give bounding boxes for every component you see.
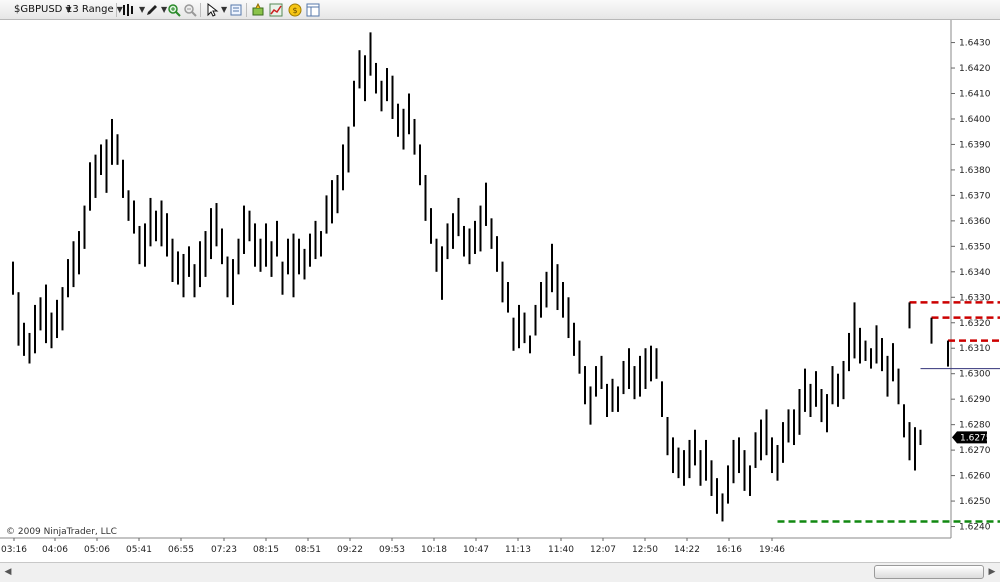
time-tick-label: 19:46 (759, 545, 785, 555)
chart-toolbar: $GBPUSD ▼ 13 Range ▼ ▼ ▼ ▼ $ (0, 0, 1000, 20)
bar-style-icon[interactable] (120, 2, 136, 18)
scrollbar-thumb[interactable] (874, 565, 984, 579)
time-tick-label: 03:16 (1, 545, 27, 555)
copyright-text: © 2009 NinjaTrader, LLC (6, 527, 117, 537)
price-tick-label: 1.6390 (959, 140, 991, 150)
price-tick-label: 1.6340 (959, 268, 991, 278)
chart-canvas: 1.6240 1.6250 1.6260 1.6270 1.6280 1.6290 1.63… (0, 20, 1000, 555)
price-tick-label: 1.6290 (959, 395, 991, 405)
price-tick-label: 1.6260 (959, 472, 991, 482)
instrument-label: $GBPUSD (14, 4, 63, 15)
time-tick-label: 08:15 (253, 545, 279, 555)
time-tick-label: 05:41 (126, 545, 152, 555)
price-tick-label: 1.6420 (959, 64, 991, 74)
price-chart[interactable]: 1.6240 1.6250 1.6260 1.6270 1.6280 1.6290 1.63… (0, 20, 1000, 562)
price-tick-label: 1.6270 (959, 446, 991, 456)
toolbar-divider (200, 3, 201, 17)
time-tick-label: 10:47 (463, 545, 489, 555)
time-tick-label: 09:22 (337, 545, 363, 555)
chevron-down-icon: ▼ (221, 5, 228, 14)
alerts-icon[interactable]: $ (287, 2, 303, 18)
time-tick-label: 14:22 (674, 545, 700, 555)
time-tick-label: 05:06 (84, 545, 110, 555)
price-tick-label: 1.6280 (959, 421, 991, 431)
period-label: 13 Range (66, 4, 114, 15)
time-tick-label: 10:18 (421, 545, 447, 555)
price-tick-label: 1.6410 (959, 90, 991, 100)
time-tick-label: 11:40 (548, 545, 574, 555)
price-tick-label: 1.6430 (959, 39, 991, 49)
time-tick-label: 09:53 (379, 545, 405, 555)
pointer-dropdown[interactable]: ▼ (218, 2, 227, 18)
chart-trader-icon[interactable] (268, 2, 284, 18)
time-tick-label: 07:23 (211, 545, 237, 555)
price-tick-label: 1.6310 (959, 344, 991, 354)
time-tick-label: 06:55 (168, 545, 194, 555)
price-tick-label: 1.6250 (959, 497, 991, 507)
time-tick-label: 16:16 (716, 545, 742, 555)
scroll-left-icon[interactable]: ◀ (2, 566, 14, 578)
time-tick-label: 11:13 (505, 545, 531, 555)
instrument-selector[interactable]: $GBPUSD ▼ (14, 2, 72, 18)
zoom-in-icon[interactable] (166, 2, 182, 18)
toolbar-divider (116, 3, 117, 17)
price-tick-label: 1.6320 (959, 319, 991, 329)
properties-icon[interactable] (228, 2, 244, 18)
horizontal-scrollbar[interactable]: ◀ ▶ (0, 562, 1000, 582)
last-price-label: 1.6275 (960, 433, 992, 443)
scroll-right-icon[interactable]: ▶ (986, 566, 998, 578)
price-tick-label: 1.6370 (959, 191, 991, 201)
time-tick-label: 04:06 (42, 545, 68, 555)
svg-text:$: $ (292, 6, 297, 15)
price-tick-label: 1.6360 (959, 217, 991, 227)
price-tick-label: 1.6400 (959, 115, 991, 125)
data-box-icon[interactable] (305, 2, 321, 18)
strategy-icon[interactable] (250, 2, 266, 18)
price-tick-label: 1.6380 (959, 166, 991, 176)
zoom-out-icon[interactable] (182, 2, 198, 18)
toolbar-divider (246, 3, 247, 17)
period-selector[interactable]: 13 Range ▼ (66, 2, 123, 18)
price-tick-label: 1.6330 (959, 293, 991, 303)
time-tick-label: 08:51 (295, 545, 321, 555)
time-tick-label: 12:50 (632, 545, 658, 555)
time-tick-label: 12:07 (590, 545, 616, 555)
price-tick-label: 1.6350 (959, 242, 991, 252)
price-tick-label: 1.6240 (959, 523, 991, 533)
price-tick-label: 1.6300 (959, 370, 991, 380)
